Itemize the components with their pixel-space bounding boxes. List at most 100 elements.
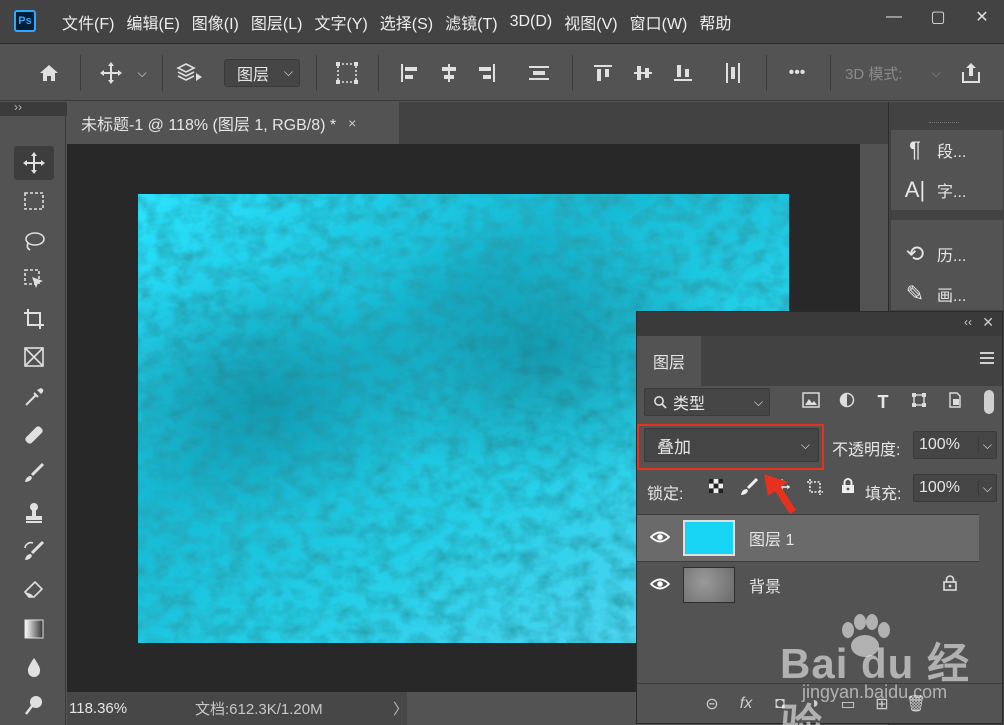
more-options-button[interactable]: ••• [780, 59, 814, 87]
status-menu-arrow[interactable]: 〉 [393, 698, 408, 719]
filter-type-icon[interactable]: T [865, 392, 901, 413]
menu-filter[interactable]: 滤镜(T) [439, 10, 503, 34]
restore-button[interactable]: ▢ [916, 0, 960, 34]
filter-toggle-switch[interactable] [984, 390, 994, 414]
align-middle-icon[interactable] [628, 59, 658, 87]
expand-toolbar-icon[interactable]: ›› [14, 100, 22, 114]
annotation-arrow-icon [764, 474, 796, 514]
crop-tool-button[interactable] [14, 302, 54, 336]
minimize-button[interactable]: — [872, 0, 916, 34]
close-button[interactable]: ✕ [960, 0, 1004, 34]
frame-tool-button[interactable] [14, 340, 54, 374]
filter-shape-icon[interactable] [901, 392, 937, 413]
menu-view[interactable]: 视图(V) [558, 10, 623, 34]
align-bottom-icon[interactable] [668, 59, 698, 87]
collapse-panel-icon[interactable]: ‹‹ [964, 315, 972, 329]
history-brush-tool-button[interactable] [14, 534, 54, 568]
align-right-icon[interactable] [472, 59, 502, 87]
layer-filter-dropdown[interactable]: 类型 ⌵ [644, 388, 770, 416]
layer-thumbnail [683, 567, 735, 603]
move-tool-button[interactable] [14, 146, 54, 180]
brush-tool-button[interactable] [14, 456, 54, 490]
home-icon[interactable] [32, 59, 66, 87]
layers-panel-header: ‹‹ ✕ [637, 312, 1002, 336]
close-panel-icon[interactable]: ✕ [982, 314, 994, 331]
new-layer-icon[interactable]: ⊞ [865, 694, 899, 714]
menu-layer[interactable]: 图层(L) [245, 10, 309, 34]
clone-stamp-tool-button[interactable] [14, 496, 54, 530]
dock-item-paragraph[interactable]: ¶ 段... [893, 130, 1004, 170]
share-icon[interactable] [954, 59, 988, 87]
layer-thumbnail [683, 520, 735, 556]
menu-file[interactable]: 文件(F) [56, 10, 120, 34]
menu-window[interactable]: 窗口(W) [624, 10, 694, 34]
add-mask-icon[interactable]: ◘ [763, 695, 797, 713]
chevron-down-icon[interactable]: ⌵ [928, 59, 944, 87]
eyedropper-tool-button[interactable] [14, 380, 54, 414]
document-tab[interactable]: 未标题-1 @ 118% (图层 1, RGB/8) * × [67, 102, 399, 144]
fill-input[interactable]: 100% ⌵ [913, 474, 997, 502]
options-bar: ⌵ 图层 ⌵ ••• 3D 模式: ⌵ [0, 45, 1004, 101]
layer-style-fx-icon[interactable]: fx [729, 695, 763, 713]
delete-layer-icon[interactable]: 🗑 [899, 694, 933, 714]
transform-controls-icon[interactable] [330, 59, 364, 87]
lasso-tool-button[interactable] [14, 224, 54, 258]
lock-artboard-icon[interactable] [798, 478, 831, 501]
character-icon: A| [904, 177, 926, 202]
separator [316, 55, 317, 91]
dodge-tool-button[interactable] [14, 688, 54, 722]
tab-layers[interactable]: 图层 [637, 336, 701, 386]
lock-transparent-icon[interactable] [699, 478, 732, 501]
new-group-icon[interactable]: ▭ [831, 694, 865, 714]
layer-row[interactable]: 图层 1 [637, 514, 979, 561]
chevron-down-icon[interactable]: ⌵ [977, 480, 992, 496]
align-center-icon[interactable] [434, 59, 464, 87]
chevron-down-icon: ⌵ [283, 65, 293, 79]
chevron-down-icon[interactable]: ⌵ [977, 437, 992, 453]
layer-name[interactable]: 图层 1 [749, 526, 794, 550]
layer-name[interactable]: 背景 [749, 573, 781, 597]
menu-select[interactable]: 选择(S) [374, 10, 439, 34]
object-select-tool-button[interactable] [14, 262, 54, 296]
dock-group-text: ¶ 段... A| 字... [891, 130, 1003, 210]
healing-brush-tool-button[interactable] [14, 418, 54, 452]
dock-item-brush[interactable]: ✎ 画... [893, 274, 1004, 314]
dock-item-character[interactable]: A| 字... [893, 170, 1004, 210]
adjustment-layer-icon[interactable]: ◑ [797, 695, 831, 713]
align-top-icon[interactable] [588, 59, 618, 87]
menu-3d[interactable]: 3D(D) [504, 13, 559, 31]
filter-smart-object-icon[interactable] [937, 392, 973, 413]
distribute-icon[interactable] [524, 59, 554, 87]
annotation-highlight-box [637, 424, 824, 470]
zoom-level[interactable]: 118.36% [67, 700, 139, 717]
distribute-vertical-icon[interactable] [718, 59, 748, 87]
window-controls: — ▢ ✕ [872, 0, 1004, 34]
link-layers-icon[interactable]: ⊝ [695, 694, 729, 714]
filter-pixel-icon[interactable] [793, 392, 829, 413]
dock-item-history[interactable]: ⟲ 历... [893, 234, 1004, 274]
menu-edit[interactable]: 编辑(E) [120, 10, 185, 34]
drag-handle[interactable] [929, 122, 959, 126]
menu-help[interactable]: 帮助 [693, 10, 737, 34]
close-icon[interactable]: × [348, 115, 356, 131]
document-info: 文档:612.3K/1.20M [195, 701, 323, 718]
menu-type[interactable]: 文字(Y) [308, 10, 373, 34]
blur-tool-button[interactable] [14, 650, 54, 684]
chevron-down-icon[interactable]: ⌵ [132, 59, 152, 87]
gradient-tool-button[interactable] [14, 612, 54, 646]
auto-select-dropdown[interactable]: 图层 ⌵ [224, 59, 300, 87]
move-tool-icon[interactable] [94, 59, 128, 87]
lock-all-icon[interactable] [831, 478, 864, 501]
opacity-input[interactable]: 100% ⌵ [913, 431, 997, 459]
visibility-eye-icon[interactable] [637, 577, 683, 594]
menu-image[interactable]: 图像(I) [186, 10, 245, 34]
align-left-icon[interactable] [394, 59, 424, 87]
marquee-tool-button[interactable] [14, 184, 54, 218]
panel-menu-icon[interactable] [980, 352, 994, 367]
filter-adjustment-icon[interactable] [829, 392, 865, 413]
filter-type-label: 类型 [673, 396, 706, 413]
visibility-eye-icon[interactable] [637, 530, 683, 547]
eraser-tool-button[interactable] [14, 572, 54, 606]
layer-row[interactable]: 背景 [637, 561, 979, 608]
auto-select-layers-icon[interactable] [172, 59, 208, 87]
